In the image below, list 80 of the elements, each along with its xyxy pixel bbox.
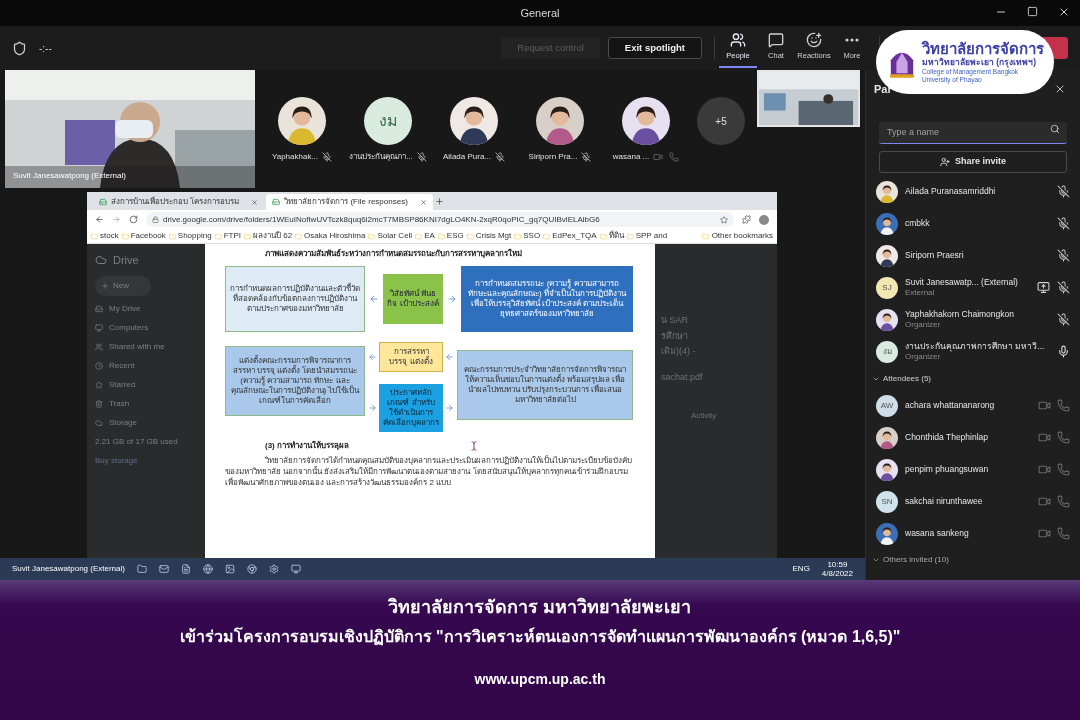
participant-name: Siriporn Praesri	[905, 250, 965, 261]
participant-role: External	[905, 288, 936, 298]
participant-name: sakchai nirunthawee	[905, 496, 984, 507]
banner-url[interactable]: www.upcm.up.ac.th	[474, 669, 606, 690]
participant-role: Organizer	[905, 352, 942, 362]
logo-title: วิทยาลัยการจัดการ	[922, 40, 1044, 57]
participant-name: Chonthida Thephinlap	[905, 432, 990, 443]
participant-name: cmbkk	[905, 218, 931, 229]
bookmark[interactable]: Crisis Mgt	[475, 230, 512, 242]
section-label: Attendees (5)	[883, 372, 932, 385]
participant-name: achara whattananarong	[905, 400, 996, 411]
bookmark[interactable]: stock	[100, 230, 119, 242]
diagram-box: คณะกรรมการประจำวิทยาลัยการจัดการพิจารณาให้ความเห็นชอบในการแต่งตั้ง พร้อมสรุปผล เพื่อนำผลไปทบทวน ปรับปรุงกระบวนการ เพื่อเสนอมหาวิทยาลัยต่อไป	[457, 350, 633, 420]
avatar: SN	[876, 490, 898, 513]
video-name-label: Suvit Janesawatpong (External)	[13, 170, 126, 182]
participant-name: Ailada Puranasamriddhi	[905, 186, 997, 197]
diagram-box: การกำหนดผลการปฏิบัติงานและตัวชี้วัดที่สอดคล้องกับข้อตกลงการปฏิบัติงานตามประกาศของมหาวิทยาลัย	[225, 266, 365, 332]
toolbar-button[interactable]: Exit spotlight	[607, 37, 702, 59]
avatar: งม	[876, 340, 898, 363]
participant-name: งานประกันคุณภาพการศึกษา มหาวิ...	[905, 341, 1046, 352]
window-title: General	[520, 5, 560, 21]
file-name: sachat.pdf	[661, 370, 704, 384]
bookmark[interactable]: Shopping	[177, 230, 212, 242]
avatar: งม	[364, 97, 412, 145]
drive-nav-item[interactable]: Computers	[109, 321, 149, 334]
participant-name: Suvit Janesawatp... (External)	[905, 277, 1019, 288]
participant-name: Siriporn Pra...	[528, 151, 578, 163]
browser-tab[interactable]: วิทยาลัยการจัดการ (File responses)	[266, 194, 433, 210]
bookmark[interactable]: EA	[424, 230, 435, 242]
banner-subtitle: เข้าร่วมโครงการอบรมเชิงปฏิบัติการ "การวิเคราะห์ตนเองการจัดทำแผนการพัฒนาองค์กร (หมวด 1,6,5)"	[179, 626, 901, 648]
avatar: AW	[876, 394, 898, 417]
participant-role: Organizer	[905, 320, 942, 330]
participant-name: Yaphakhakorn Chaimongkon	[905, 309, 1015, 320]
drive-nav-item[interactable]: Recent	[109, 359, 135, 372]
bookmark[interactable]: Solar Cell	[377, 230, 413, 242]
bookmark[interactable]: ที่ดิน	[608, 230, 624, 242]
file-title: รศึกษา	[661, 329, 689, 343]
presenter-label: Suvit Janesawatpong (External)	[12, 563, 125, 575]
call-timer: -:--	[39, 41, 52, 56]
participant-name: wasana ...	[612, 151, 650, 163]
bookmark[interactable]: ESG	[446, 230, 464, 242]
bookmark[interactable]: Facebook	[130, 230, 166, 242]
participant-name: งานประกันคุณภา...	[349, 151, 413, 163]
diagram-box: แต่งตั้งคณะกรรมการพิจารณาการสรรหา บรรจุ แต่งตั้ง โดยนำสมรรถนะ (ความรู้ ความสามารถ ทักษะ และคุณลักษณะในการปฏิบัติงาน) ไปใช้เป็นเกณฑ์ในการคัดเลือก	[225, 346, 365, 416]
participant-name: Yaphakhak...	[271, 151, 319, 163]
diagram-box: การสรรหา บรรจุ แต่งตั้ง	[379, 342, 443, 372]
drive-title: Drive	[113, 253, 139, 268]
share-invite-button[interactable]: Share invite	[879, 150, 1067, 173]
storage-usage: 2.21 GB of 17 GB used	[95, 435, 179, 448]
banner-title: วิทยาลัยการจัดการ มหาวิทยาลัยพะเยา	[388, 596, 692, 619]
document-heading: ภาพแสดงความสัมพันธ์ระหว่างการกำหนดสมรรถนะกับการสรรหาบุคลากรใหม่	[265, 248, 523, 260]
bookmark[interactable]: EdPex_TQA	[552, 230, 597, 242]
language-indicator: ENG	[792, 563, 810, 575]
bookmark[interactable]: ผลงานปี 62	[252, 230, 293, 242]
drive-nav-item[interactable]: My Drive	[109, 302, 141, 315]
bookmark[interactable]: FTPI	[223, 230, 241, 242]
section-label: Others invited (10)	[883, 553, 949, 566]
participant-name: wasana sankeng	[905, 528, 970, 539]
file-title: น SAR	[661, 314, 689, 327]
diagram-box: ประกาศหลักเกณฑ์ สำหรับใช้ดำเนินการ คัดเลือกบุคลากร	[379, 384, 443, 432]
overflow-count: +5	[697, 97, 745, 145]
drive-nav-item[interactable]: Storage	[109, 416, 138, 429]
search-field[interactable]: Type a name	[879, 121, 1067, 144]
section-heading: (3) การทำงานให้บรรลุผล	[265, 440, 349, 452]
clock-time: 10:59	[827, 560, 848, 569]
bookmark[interactable]: Osaka Hiroshima	[304, 230, 366, 242]
clock-date: 4/8/2022	[821, 569, 853, 578]
participant-name: penpim phuangsuwan	[905, 464, 990, 475]
file-title: เดิม)(4) -	[661, 345, 697, 358]
bookmark[interactable]: SPP and	[635, 230, 668, 242]
bookmark[interactable]: SSO	[523, 230, 541, 242]
document-paragraph: วิทยาลัยการจัดการได้กำหนดคุณสมบัติของบุคลากรและประเมินผลการปฏิบัติงานให้เป็นไปตามระเบียบข้อบังคับของมหาวิทยาลัย นอกจากนั้น ยังส่งเสริมให้มีการพัฒนาตนเองตามสายงาน โดยสนับสนุนให้บุคลากรทุกคนเข้าร่วมฝึกอบรมเพื่อพัฒนาศักยภาพของตนเอง และการสร้างวัฒนธรรมองค์กร 2 แบบ	[225, 455, 633, 488]
participant-name: Ailada Pura...	[443, 151, 491, 163]
drive-nav-item[interactable]: Trash	[109, 397, 130, 410]
drive-nav-item[interactable]: Shared with me	[109, 340, 165, 353]
diagram-box: วิสัยทัศน์ พันธกิจ เป้าประสงค์	[383, 274, 443, 324]
avatar: SJ	[876, 276, 898, 299]
logo-subtitle: มหาวิทยาลัยพะเยา (กรุงเทพฯ)	[922, 57, 1038, 68]
drive-nav-item[interactable]: Starred	[109, 378, 136, 391]
bookmark[interactable]: Other bookmarks	[711, 230, 773, 242]
